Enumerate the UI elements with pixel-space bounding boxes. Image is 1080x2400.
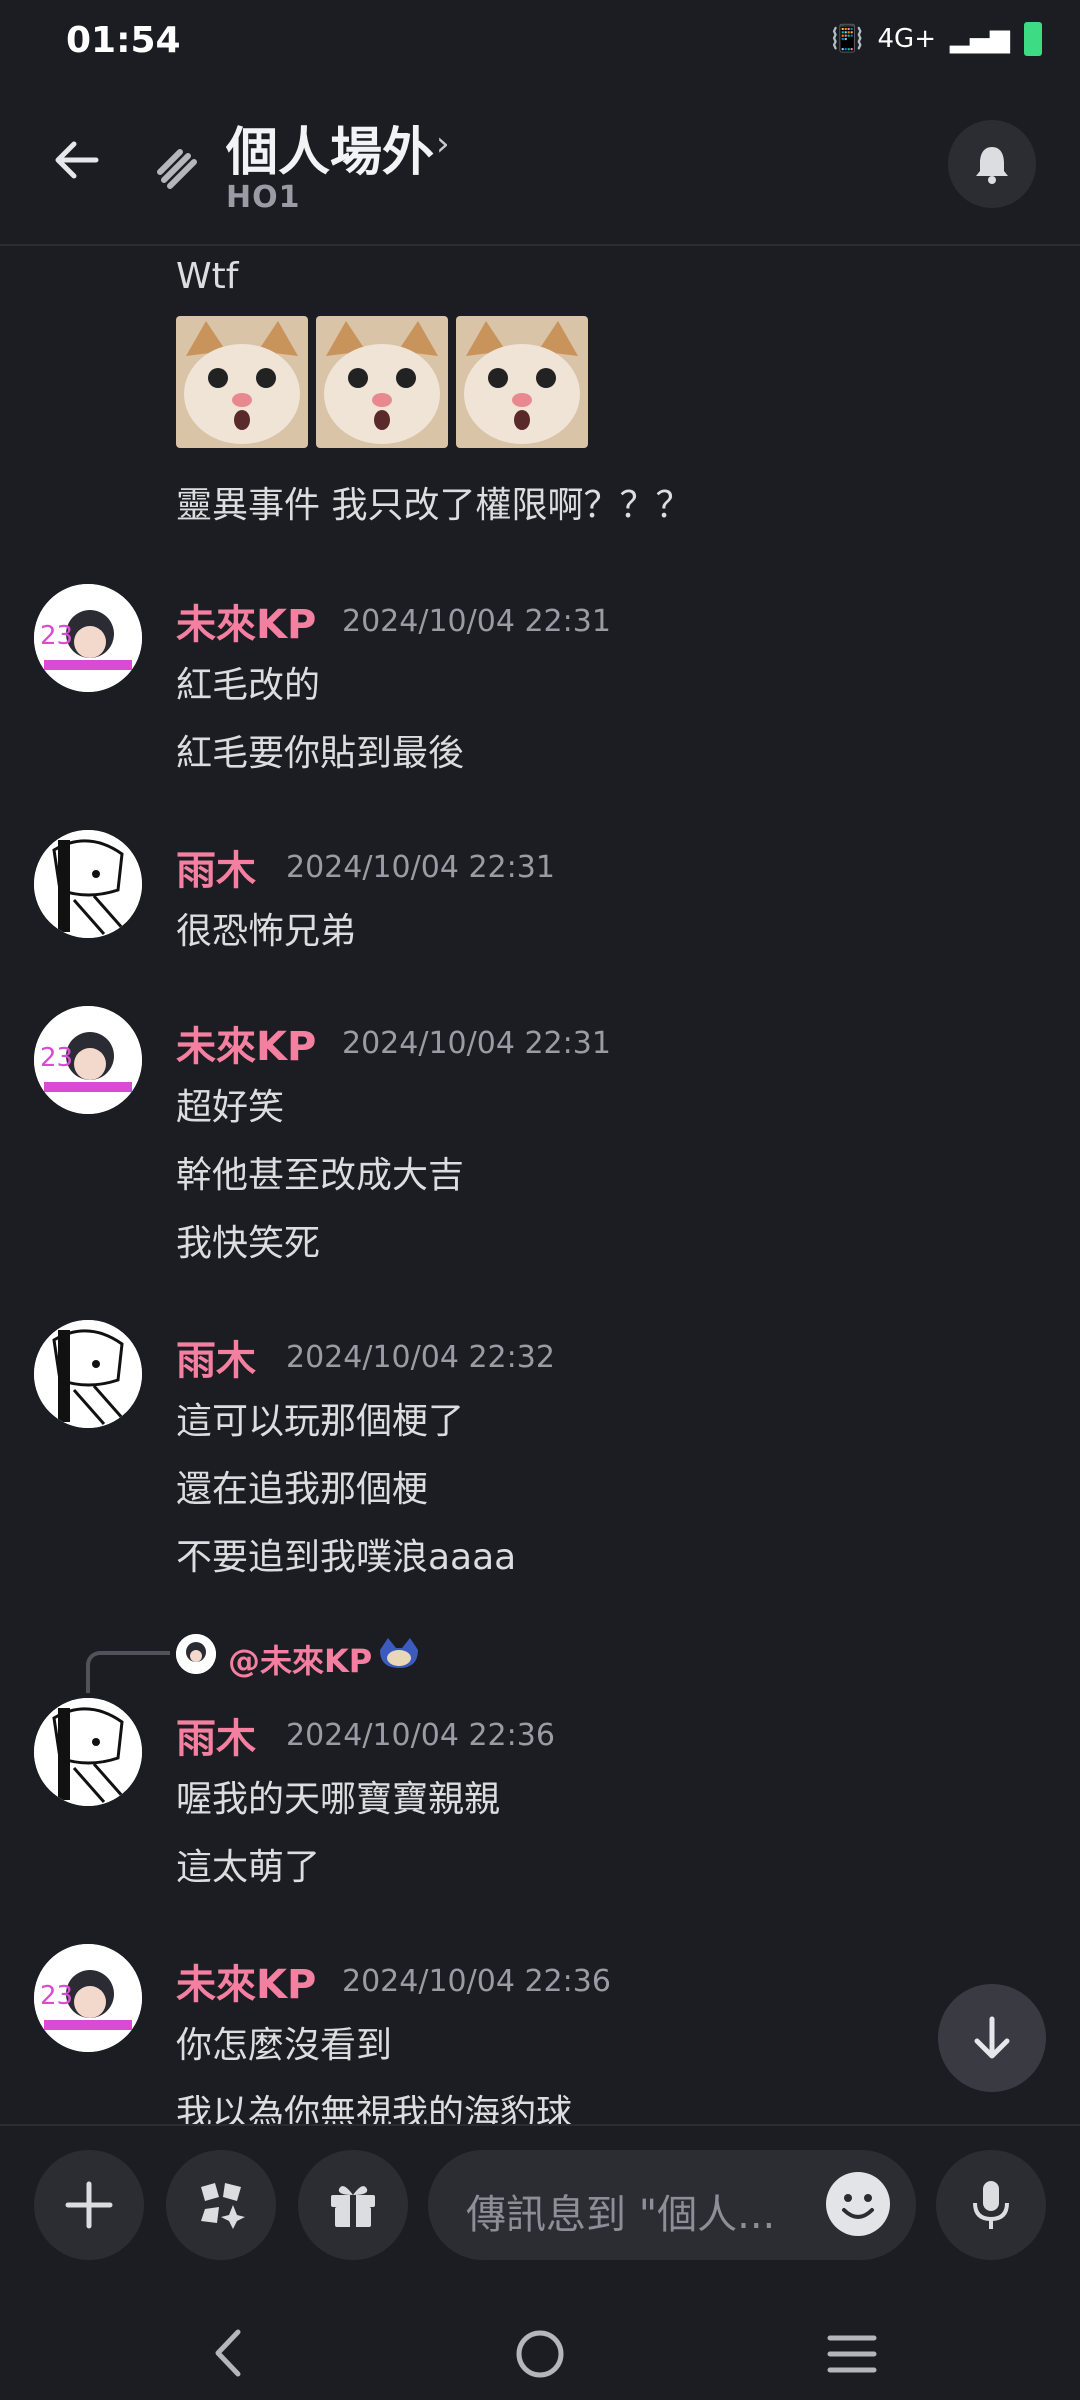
message-text: 不要追到我噗浪aaaa <box>176 1537 517 1578</box>
message-text: 這太萌了 <box>176 1847 321 1888</box>
message-text: 你怎麼沒看到 <box>176 2025 393 2066</box>
avatar-yumu[interactable] <box>34 830 142 938</box>
plus-icon <box>65 2181 113 2229</box>
arrow-left-icon[interactable] <box>46 130 106 190</box>
channel-title[interactable]: 個人場外 <box>226 110 434 185</box>
thread-icon <box>157 149 197 189</box>
message-timestamp: 2024/10/04 22:36 <box>342 1964 611 1999</box>
message-text: 紅毛改的 <box>176 665 321 706</box>
reply-connector <box>86 1651 170 1693</box>
gift-button[interactable] <box>298 2150 408 2260</box>
battery-icon <box>1024 22 1042 56</box>
nav-recents-icon[interactable] <box>826 2334 878 2374</box>
svg-text:23: 23 <box>40 1043 73 1073</box>
message-author[interactable]: 雨木 <box>176 1706 256 1764</box>
arrow-down-icon <box>974 2016 1010 2059</box>
message-text: 幹他甚至改成大吉 <box>176 1155 465 1196</box>
microphone-icon <box>973 2181 1009 2229</box>
message-author[interactable]: 未來KP <box>176 1952 316 2010</box>
message-timestamp: 2024/10/04 22:31 <box>342 1026 611 1061</box>
message-timestamp: 2024/10/04 22:36 <box>286 1718 555 1753</box>
svg-text:23: 23 <box>40 621 73 651</box>
message-author[interactable]: 未來KP <box>176 592 316 650</box>
notification-button[interactable] <box>948 120 1036 208</box>
message-text: 很恐怖兄弟 <box>176 911 357 952</box>
chevron-right-icon[interactable]: › <box>436 124 450 164</box>
avatar-yumu[interactable] <box>34 1320 142 1428</box>
bell-icon <box>976 147 1008 184</box>
message-timestamp: 2024/10/04 22:32 <box>286 1340 555 1375</box>
apps-button[interactable] <box>166 2150 276 2260</box>
nav-back-icon[interactable] <box>208 2328 248 2378</box>
message-author[interactable]: 雨木 <box>176 838 256 896</box>
svg-text:23: 23 <box>40 1981 73 2011</box>
custom-emoji-icon <box>380 1638 418 1668</box>
network-label: 4G+ <box>877 24 936 54</box>
system-nav-bar <box>0 2290 1080 2400</box>
message-timestamp: 2024/10/04 22:31 <box>342 604 611 639</box>
message-text: 我快笑死 <box>176 1223 321 1264</box>
jump-to-bottom-button[interactable] <box>938 1984 1046 2092</box>
gift-icon <box>331 2186 375 2227</box>
channel-subtitle: HO1 <box>226 180 301 215</box>
message-timestamp: 2024/10/04 22:31 <box>286 850 555 885</box>
status-time: 01:54 <box>66 20 181 61</box>
avatar-kp[interactable]: 23 <box>34 1006 142 1114</box>
apps-icon <box>201 2183 245 2229</box>
avatar-kp[interactable]: 23 <box>34 584 142 692</box>
message-text: 紅毛要你貼到最後 <box>176 733 465 774</box>
voice-message-button[interactable] <box>936 2150 1046 2260</box>
message-text: 喔我的天哪寶寶親親 <box>176 1779 501 1820</box>
vibrate-icon: 📳 <box>831 24 864 54</box>
avatar-yumu[interactable] <box>34 1698 142 1806</box>
message-text: 還在追我那個梗 <box>176 1469 429 1510</box>
avatar-kp[interactable]: 23 <box>34 1944 142 2052</box>
reply-mention[interactable]: @未來KP <box>228 1636 372 1682</box>
emoji-icon <box>828 2174 888 2234</box>
message-text: 靈異事件 我只改了權限啊？？？ <box>176 485 692 526</box>
message-text: 這可以玩那個梗了 <box>176 1401 465 1442</box>
emoji-button[interactable] <box>826 2172 890 2236</box>
nav-home-icon[interactable] <box>514 2328 566 2380</box>
add-attachment-button[interactable] <box>34 2150 144 2260</box>
message-text: Wtf <box>176 256 239 297</box>
status-icons: 📳 4G+ ▂▄▆ <box>831 22 1042 56</box>
reply-avatar[interactable] <box>176 1634 216 1674</box>
message-input-placeholder[interactable]: 傳訊息到 "個人... <box>466 2182 775 2240</box>
message-author[interactable]: 雨木 <box>176 1328 256 1386</box>
message-text: 超好笑 <box>176 1087 285 1128</box>
cat-image-3[interactable] <box>456 316 588 448</box>
cat-image-1[interactable] <box>176 316 308 448</box>
cat-image-2[interactable] <box>316 316 448 448</box>
message-author[interactable]: 未來KP <box>176 1014 316 1072</box>
signal-icon: ▂▄▆ <box>950 24 1010 54</box>
